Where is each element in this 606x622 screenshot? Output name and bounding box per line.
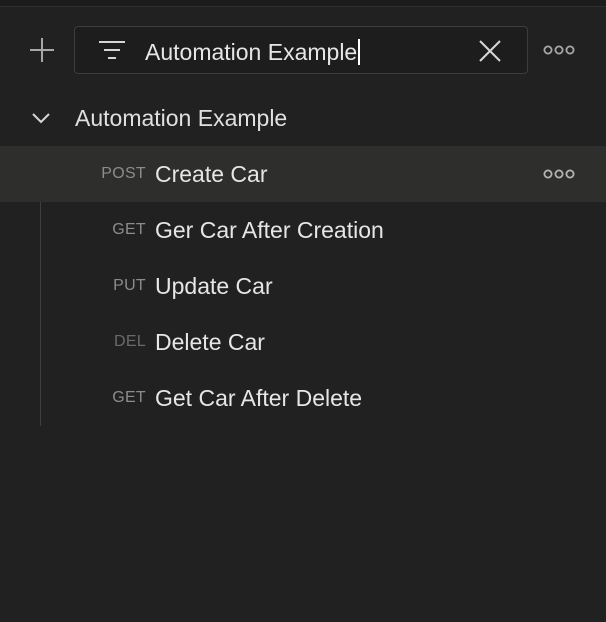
request-item-ger-car-after-creation[interactable]: GET Ger Car After Creation (0, 202, 606, 258)
request-list: POST Create Car GET Ger Car After Creati… (0, 146, 606, 426)
search-input[interactable]: Automation Example (145, 37, 361, 67)
request-name: Get Car After Delete (155, 385, 363, 411)
method-badge: PUT (113, 277, 146, 294)
collection-name: Automation Example (75, 105, 288, 131)
request-name: Ger Car After Creation (155, 217, 384, 243)
method-badge: DEL (113, 333, 146, 350)
method-badge: GET (112, 389, 146, 406)
method-badge: POST (101, 165, 146, 182)
request-item-get-car-after-delete[interactable]: GET Get Car After Delete (0, 370, 606, 426)
top-divider (0, 0, 606, 7)
collections-sidebar: Automation Example Automation Example PO… (0, 0, 606, 622)
more-horizontal-icon[interactable] (542, 162, 576, 186)
request-name: Delete Car (155, 329, 265, 355)
text-caret (358, 38, 361, 65)
search-field[interactable]: Automation Example (74, 26, 528, 74)
chevron-down-icon[interactable] (30, 108, 52, 128)
request-item-update-car[interactable]: PUT Update Car (0, 258, 606, 314)
method-badge: GET (112, 221, 146, 238)
plus-icon[interactable] (24, 32, 60, 68)
collection-automation-example[interactable]: Automation Example (0, 94, 606, 142)
more-horizontal-icon[interactable] (542, 38, 576, 62)
filter-icon (97, 38, 127, 64)
request-name: Update Car (155, 273, 273, 299)
request-name: Create Car (155, 161, 268, 187)
close-icon[interactable] (477, 38, 503, 64)
sidebar-toolbar: Automation Example (0, 22, 606, 78)
request-item-delete-car[interactable]: DEL Delete Car (0, 314, 606, 370)
request-item-create-car[interactable]: POST Create Car (0, 146, 606, 202)
search-input-value: Automation Example (145, 39, 358, 65)
